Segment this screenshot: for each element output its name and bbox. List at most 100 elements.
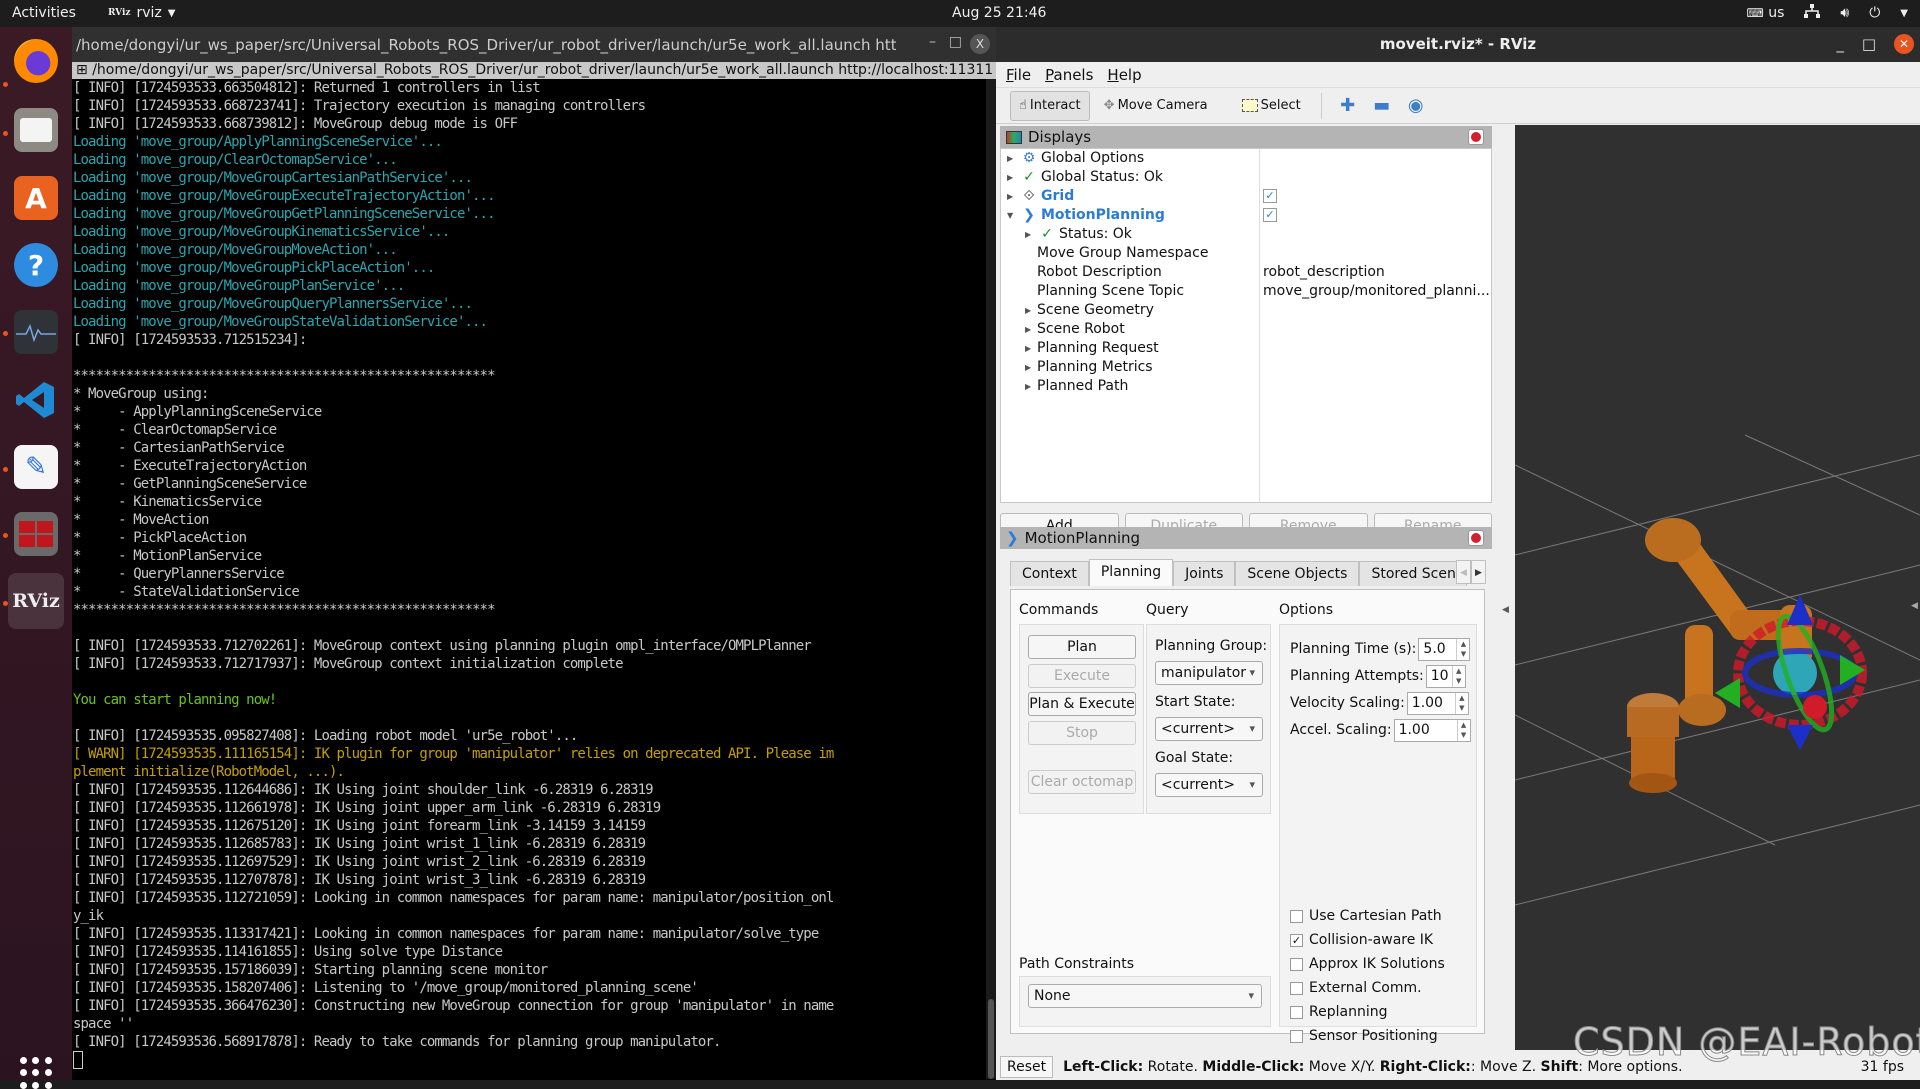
tab-scroll-right-icon[interactable]: ▶ <box>1471 560 1486 584</box>
menu-help[interactable]: Help <box>1107 66 1141 84</box>
option-checkbox-row[interactable]: Approx IK Solutions <box>1290 954 1445 974</box>
display-tree-item[interactable]: Move Group Namespace <box>1001 244 1491 263</box>
velocity-scaling-spinbox[interactable]: 1.00 ▲ ▼ <box>1406 691 1469 715</box>
display-tree-item[interactable]: ▶ Scene Geometry <box>1001 301 1491 320</box>
plan-button[interactable]: Plan <box>1028 635 1136 659</box>
arrow-z-down-icon[interactable] <box>1787 725 1813 750</box>
dock-rviz[interactable]: RViz <box>8 573 64 629</box>
dock-software-center[interactable]: A <box>8 170 64 226</box>
terminal-tab-bar[interactable]: ⊞ /home/dongyi/ur_ws_paper/src/Universal… <box>72 62 996 79</box>
minimize-button[interactable]: – <box>929 34 936 50</box>
keyboard-layout[interactable]: ⌨ us <box>1746 5 1784 21</box>
checkbox[interactable]: ✓ <box>1290 933 1303 947</box>
planning-attempts-spinbox[interactable]: 10 ▲ ▼ <box>1425 664 1466 688</box>
option-checkbox-row[interactable]: Replanning <box>1290 1002 1387 1022</box>
planning-time-spinbox[interactable]: 5.0 ▲ ▼ <box>1418 637 1471 661</box>
expand-right-icon[interactable]: ▶ <box>1025 339 1035 358</box>
display-tree-item[interactable]: ▶ Planning Request <box>1001 339 1491 358</box>
collapse-right-icon[interactable]: ◀ <box>1911 601 1918 611</box>
display-tree-item[interactable]: Robot Description robot_description <box>1001 263 1491 282</box>
accel-scaling-spinbox[interactable]: 1.00 ▲ ▼ <box>1393 718 1471 742</box>
expand-right-icon[interactable]: ▶ <box>1025 358 1035 377</box>
option-checkbox-row[interactable]: Sensor Positioning <box>1290 1026 1438 1046</box>
expand-right-icon[interactable]: ▶ <box>1025 377 1035 396</box>
close-button[interactable]: ✕ <box>1894 34 1914 54</box>
minimize-button[interactable]: _ <box>1837 27 1845 62</box>
expand-right-icon[interactable]: ▶ <box>1025 320 1035 339</box>
close-button[interactable]: X <box>970 34 990 54</box>
tab-joints[interactable]: Joints <box>1173 561 1236 586</box>
display-tree-item[interactable]: ▶ Planned Path <box>1001 377 1491 396</box>
collapse-left-icon[interactable]: ◀ <box>1502 605 1509 615</box>
panel-splitter[interactable]: ◀ <box>1496 125 1515 1050</box>
eye-icon[interactable]: ◉ <box>1402 95 1430 116</box>
goal-state-select[interactable]: <current> <box>1155 773 1263 797</box>
enable-checkbox[interactable]: ✓ <box>1263 189 1277 203</box>
terminal-scrollbar[interactable] <box>986 79 996 1079</box>
menu-panels[interactable]: Panels <box>1045 66 1093 84</box>
checkbox[interactable] <box>1290 1005 1303 1019</box>
expand-down-icon[interactable]: ▼ <box>1007 206 1017 225</box>
close-panel-button[interactable] <box>1468 129 1484 145</box>
system-tray[interactable]: ⌨ us 🔊︎ ⏻ ▼ <box>1746 4 1908 22</box>
display-tree-item[interactable]: Planning Scene Topic move_group/monitored… <box>1001 282 1491 301</box>
close-panel-button[interactable] <box>1468 530 1484 546</box>
path-constraints-select[interactable]: None <box>1028 984 1262 1008</box>
power-icon[interactable]: ⏻ <box>1869 5 1880 21</box>
display-tree-item[interactable]: ▶ Scene Robot <box>1001 320 1491 339</box>
display-tree-item[interactable]: ▶ Planning Metrics <box>1001 358 1491 377</box>
enable-checkbox[interactable]: ✓ <box>1263 208 1277 222</box>
expand-right-icon[interactable]: ▶ <box>1007 149 1017 168</box>
arrow-x-icon[interactable] <box>1803 695 1827 719</box>
dock-terminator[interactable] <box>8 506 64 562</box>
tab-context[interactable]: Context <box>1010 561 1089 586</box>
display-tree-item[interactable]: ▶ ⚙ Global Options <box>1001 149 1491 168</box>
tab-planning[interactable]: Planning <box>1088 559 1174 586</box>
terminal-output[interactable]: [ INFO] [1724593533.663504812]: Returned… <box>72 79 996 1079</box>
clock[interactable]: Aug 25 21:46 <box>952 5 1046 21</box>
tab-scene-objects[interactable]: Scene Objects <box>1235 561 1360 586</box>
dock-files[interactable] <box>8 102 64 158</box>
dock-system-monitor[interactable] <box>8 304 64 360</box>
checkbox[interactable] <box>1290 981 1303 995</box>
start-state-select[interactable]: <current> <box>1155 717 1263 741</box>
add-tool-plus-icon[interactable]: ✚ <box>1334 95 1362 116</box>
plan-and-execute-button[interactable]: Plan & Execute <box>1028 692 1136 716</box>
display-tree-item[interactable]: ▶ ✓ Status: Ok <box>1001 225 1491 244</box>
option-checkbox-row[interactable]: Use Cartesian Path <box>1290 906 1442 926</box>
option-checkbox-row[interactable]: ✓ Collision-aware IK <box>1290 930 1433 950</box>
clear-octomap-button[interactable]: Clear octomap <box>1028 770 1136 794</box>
scrollbar-thumb[interactable] <box>988 999 994 1079</box>
stop-button[interactable]: Stop <box>1028 721 1136 745</box>
display-tree-item[interactable]: ▶ ⟐ Grid ✓ <box>1001 187 1491 206</box>
display-tree-value[interactable]: move_group/monitored_planni... <box>1263 282 1490 301</box>
dock-vscode[interactable] <box>8 372 64 428</box>
spin-arrows-icon[interactable]: ▲ ▼ <box>1454 692 1468 714</box>
tab-stored-scenes[interactable]: Stored Scene <box>1359 561 1468 586</box>
expand-right-icon[interactable]: ▶ <box>1007 168 1017 187</box>
checkbox[interactable] <box>1290 1029 1303 1043</box>
interact-tool[interactable]: ☝ Interact <box>1010 90 1090 121</box>
show-applications-button[interactable] <box>20 1057 52 1089</box>
volume-icon[interactable]: 🔊︎ <box>1840 5 1849 21</box>
expand-right-icon[interactable]: ▶ <box>1025 225 1035 244</box>
3d-viewport[interactable]: ◀ <box>1515 125 1920 1050</box>
rviz-titlebar[interactable]: moveit.rviz* - RViz _ □ ✕ <box>996 27 1920 62</box>
select-tool[interactable]: Select <box>1234 91 1309 121</box>
option-checkbox-row[interactable]: External Comm. <box>1290 978 1422 998</box>
display-tree-value[interactable]: robot_description <box>1263 263 1385 282</box>
spin-arrows-icon[interactable]: ▲ ▼ <box>1456 719 1470 741</box>
spin-arrows-icon[interactable]: ▲ ▼ <box>1456 638 1469 660</box>
execute-button[interactable]: Execute <box>1028 664 1136 688</box>
reset-button[interactable]: Reset <box>1000 1055 1054 1078</box>
chevron-down-icon[interactable]: ▼ <box>1900 8 1908 19</box>
dock-help[interactable]: ? <box>8 237 64 293</box>
move-camera-tool[interactable]: ✥ Move Camera <box>1096 91 1216 121</box>
activities-button[interactable]: Activities <box>12 5 76 21</box>
display-tree-item[interactable]: ▼ ❯ MotionPlanning ✓ <box>1001 206 1491 225</box>
planning-group-select[interactable]: manipulator <box>1155 661 1263 685</box>
dock-firefox[interactable] <box>8 33 64 89</box>
network-icon[interactable] <box>1804 4 1821 22</box>
app-menu[interactable]: RViz rviz ▼ <box>108 5 176 21</box>
expand-right-icon[interactable]: ▶ <box>1025 301 1035 320</box>
